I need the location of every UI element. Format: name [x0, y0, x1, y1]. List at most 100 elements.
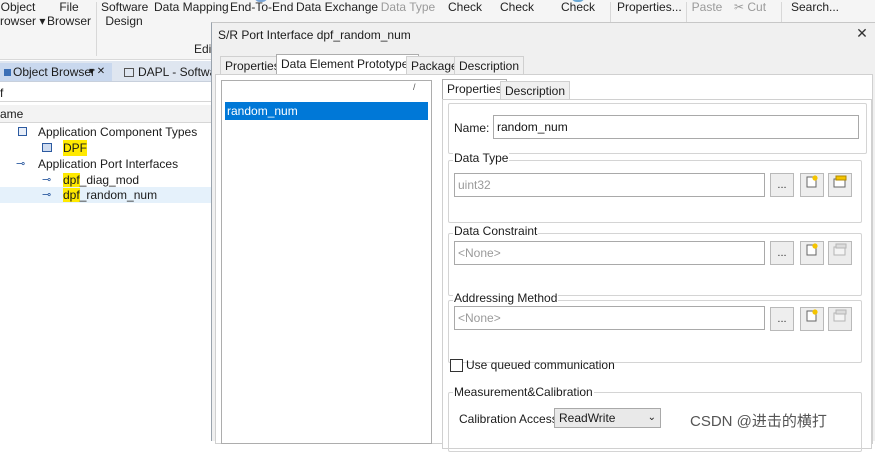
check-button-2[interactable]: Check [500, 0, 534, 14]
tree-item-label: Application Port Interfaces [38, 157, 179, 171]
tab-object-browser-label: Object Browser [13, 65, 96, 79]
data-exchange-button[interactable]: Data Exchange [296, 0, 379, 14]
object-browser-button[interactable]: Object rowser ▾ [0, 0, 46, 28]
addressing-new-button[interactable] [800, 307, 824, 331]
data-mapping-button[interactable]: Data Mapping [154, 0, 229, 14]
check-button-1[interactable]: Check [448, 0, 482, 14]
data-constraint-browse-button[interactable]: ... [770, 241, 794, 265]
tree-item-dpf-random-num[interactable]: ⊸ dpf_random_num [0, 187, 211, 203]
addressing-field[interactable]: <None> [454, 306, 765, 330]
end-to-end-button[interactable]: End-To-End [230, 0, 294, 14]
component-icon [42, 143, 52, 152]
software-design-label-2: Design [105, 14, 143, 28]
tab-dapl[interactable]: DAPL - Softwa [120, 63, 211, 81]
check-label-1: Check [448, 0, 483, 14]
port-interface-icon: ⊸ [42, 174, 52, 186]
dapl-icon [124, 68, 134, 77]
data-type-label: Data Type [380, 0, 436, 14]
new-item-icon [806, 243, 818, 256]
data-type-value: uint32 [458, 178, 491, 192]
queued-checkbox[interactable] [450, 359, 463, 372]
port-interface-dialog: S/R Port Interface dpf_random_num ✕ Prop… [211, 22, 875, 452]
check-button-3[interactable]: Check [561, 0, 595, 14]
data-constraint-edit-button[interactable] [828, 241, 852, 265]
tab-properties[interactable]: Properties [220, 56, 285, 75]
properties-label: Properties... [617, 0, 682, 14]
end-to-end-label: End-To-End [230, 0, 294, 14]
sort-marker: / [413, 82, 416, 92]
object-browser-label-2: rowser ▾ [0, 14, 46, 28]
tab-data-element-prototypes[interactable]: Data Element Prototypes [276, 54, 420, 75]
element-list[interactable]: / random_num [221, 80, 432, 444]
data-constraint-value: <None> [458, 246, 501, 260]
data-constraint-new-button[interactable] [800, 241, 824, 265]
data-type-field[interactable]: uint32 [454, 173, 765, 197]
check-label-2: Check [500, 0, 535, 14]
tab-object-browser[interactable]: Object Browser ▾ ✕ [0, 63, 112, 81]
data-type-label: Data Type [453, 151, 510, 165]
name-value: random_num [497, 120, 568, 134]
software-design-button[interactable]: Software Design [101, 0, 149, 28]
paste-button[interactable]: Paste [690, 0, 724, 14]
filter-value: f [0, 86, 4, 100]
scissors-icon: ✂ [733, 0, 745, 14]
tab-content: / random_num Properties Description Name… [215, 74, 873, 452]
list-item[interactable]: random_num [225, 102, 428, 120]
filter-input[interactable]: f [0, 84, 211, 102]
tree-item-label: Application Component Types [38, 125, 198, 139]
file-browser-label-2: Browser [46, 14, 91, 28]
tree-item-dpf-diag-mod[interactable]: ⊸ dpf_diag_mod [0, 172, 211, 188]
tree-item-label: DPF [63, 140, 87, 156]
pin-close-icon[interactable]: ▾ ✕ [89, 63, 105, 81]
close-icon[interactable]: ✕ [855, 26, 869, 40]
check-label-3: Check [561, 0, 596, 14]
tree-item-port-interfaces[interactable]: ⊸ Application Port Interfaces [0, 156, 211, 172]
tree-item-match: dpf [63, 173, 80, 187]
data-constraint-field[interactable]: <None> [454, 241, 765, 265]
addressing-browse-button[interactable]: ... [770, 307, 794, 331]
data-exchange-label: Data Exchange [296, 0, 379, 14]
addressing-label: Addressing Method [453, 291, 559, 305]
properties-pane: Name: random_num Data Type uint32 ... Da… [442, 99, 872, 452]
properties-button[interactable]: Properties... [617, 0, 682, 14]
file-browser-button[interactable]: File Browser [46, 0, 92, 28]
new-item-icon [806, 175, 818, 188]
data-constraint-label: Data Constraint [453, 224, 539, 238]
cut-label-row: ✂ Cut [730, 0, 770, 14]
tab-description[interactable]: Description [454, 56, 525, 75]
name-field[interactable]: random_num [493, 115, 859, 139]
addressing-edit-button[interactable] [828, 307, 852, 331]
calibration-access-select[interactable]: ReadWrite ⌄ [554, 408, 661, 428]
edit-item-icon [833, 175, 847, 188]
data-mapping-label: Data Mapping [154, 0, 229, 14]
inner-tab-description[interactable]: Description [500, 81, 571, 100]
tree-item-match: dpf [63, 188, 80, 202]
name-column-label: ame [0, 107, 24, 121]
edit-item-icon [833, 309, 847, 322]
chevron-down-icon: ⌄ [647, 412, 656, 423]
cut-button[interactable]: ✂ Cut [730, 0, 770, 14]
new-item-icon [806, 309, 818, 322]
data-type-edit-button[interactable] [828, 173, 852, 197]
tree-item-label: _diag_mod [79, 173, 140, 187]
port-interfaces-icon: ⊸ [16, 158, 26, 170]
search-label: Search... [790, 0, 840, 14]
port-interface-icon: ⊸ [42, 189, 52, 201]
file-browser-label: File [59, 0, 79, 14]
tree-item-component-types[interactable]: Application Component Types [0, 124, 211, 140]
software-design-label: Software [101, 0, 149, 14]
data-type-button[interactable]: Data Type [380, 0, 436, 14]
list-item-label: random_num [227, 104, 298, 118]
object-browser-icon [4, 69, 11, 76]
name-label: Name: [454, 121, 490, 135]
ribbon-separator [96, 2, 97, 56]
name-column-header[interactable]: ame [0, 105, 211, 123]
inner-tab-properties[interactable]: Properties [442, 79, 507, 100]
watermark: CSDN @进击的横打 [690, 413, 827, 430]
data-type-new-button[interactable] [800, 173, 824, 197]
data-type-browse-button[interactable]: ... [770, 173, 794, 197]
tree-item-dpf[interactable]: DPF [0, 140, 211, 156]
object-browser-label: Object [0, 0, 36, 14]
queued-label: Use queued communication [466, 358, 615, 372]
search-button[interactable]: Search... [788, 0, 842, 14]
